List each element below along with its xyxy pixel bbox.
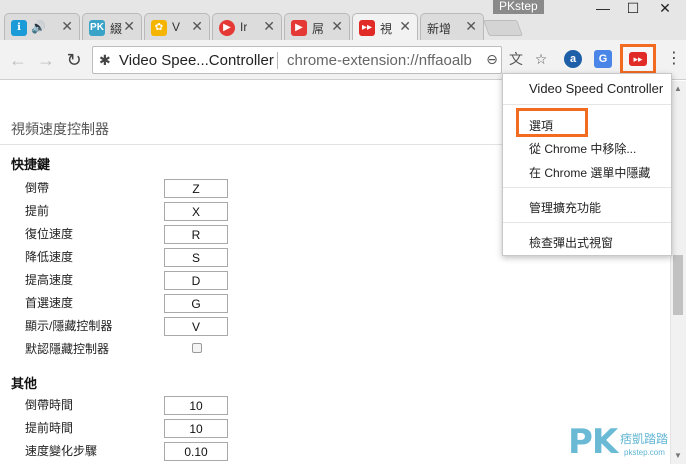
puzzle-icon: ✱ (99, 52, 111, 68)
shortcut-label: 首選速度 (25, 296, 74, 310)
new-tab-button[interactable] (483, 20, 523, 36)
default-hide-checkbox[interactable] (192, 343, 202, 353)
omnibox-url: chrome-extension://nffaoalb (287, 52, 472, 69)
close-icon[interactable]: ✕ (465, 18, 477, 34)
scroll-up-icon[interactable]: ▲ (671, 82, 685, 96)
menu-separator (503, 104, 671, 105)
shortcut-label: 提高速度 (25, 273, 74, 287)
tab-7[interactable]: 新增 ✕ (420, 13, 484, 40)
menu-remove[interactable]: 從 Chrome 中移除... (529, 140, 636, 157)
menu-extension-title[interactable]: Video Speed Controller (529, 81, 663, 96)
menu-separator (503, 222, 671, 223)
shortcut-label: 顯示/隱藏控制器 (25, 319, 113, 333)
advance-time-input[interactable] (164, 419, 228, 438)
close-icon[interactable]: ✕ (123, 18, 135, 34)
close-icon[interactable]: ✕ (263, 18, 275, 34)
other-label: 提前時間 (25, 421, 74, 435)
more-menu-icon[interactable]: ⋮ (666, 48, 682, 70)
maximize-button[interactable]: ☐ (618, 0, 648, 16)
shortcut-label: 倒帶 (25, 181, 50, 195)
video-speed-icon: ▸▸ (359, 20, 375, 36)
menu-manage-extensions[interactable]: 管理擴充功能 (529, 199, 601, 216)
shortcut-input-reset[interactable] (164, 225, 228, 244)
menu-separator (503, 187, 671, 188)
star-icon[interactable]: ☆ (532, 50, 550, 68)
extension-context-menu: Video Speed Controller 選項 從 Chrome 中移除..… (502, 73, 672, 256)
tab-title: Ir (240, 20, 248, 34)
close-icon[interactable]: ✕ (61, 18, 73, 34)
forward-icon[interactable]: → (36, 50, 56, 70)
shortcut-input-advance[interactable] (164, 202, 228, 221)
options-highlight-box (516, 108, 588, 137)
close-icon[interactable]: ✕ (399, 18, 411, 34)
other-heading: 其他 (11, 376, 38, 391)
video-speed-extension-button[interactable]: ▸▸ (620, 44, 656, 74)
tab-5[interactable]: ▶ 屌 ✕ (284, 13, 350, 40)
address-bar[interactable]: ✱ Video Spee...Controller chrome-extensi… (92, 46, 502, 74)
pk-icon: PK (89, 20, 105, 36)
shortcut-label: 提前 (25, 204, 50, 218)
zoom-icon[interactable]: ⊖ (483, 50, 501, 68)
page-title: 視頻速度控制器 (11, 121, 109, 137)
youtube-icon: ▶ (291, 20, 307, 36)
other-label: 倒帶時間 (25, 398, 74, 412)
watermark-url: pkstep.com (624, 448, 665, 457)
tab-1[interactable]: ℹ 🔊 ✕ (4, 13, 80, 40)
shortcut-input-slower[interactable] (164, 248, 228, 267)
shortcut-input-rewind[interactable] (164, 179, 228, 198)
speaker-icon: 🔊 (31, 20, 46, 34)
tab-title: V (172, 20, 181, 34)
reload-icon[interactable]: ↻ (64, 50, 84, 70)
google-translate-icon[interactable]: G (594, 50, 612, 68)
shortcuts-heading: 快捷鍵 (11, 157, 51, 172)
omnibox-title: Video Spee...Controller (119, 52, 274, 69)
watermark-top: PKstep (493, 0, 544, 14)
default-hide-label: 默認隱藏控制器 (25, 342, 110, 356)
video-speed-icon: ▸▸ (629, 52, 647, 66)
menu-hide[interactable]: 在 Chrome 選單中隱藏 (529, 164, 650, 181)
translate-icon[interactable]: 文 (507, 50, 525, 68)
watermark-subtitle: 痞凱踏踏 (620, 432, 669, 446)
tab-4[interactable]: ▶ Ir ✕ (212, 13, 282, 40)
scroll-down-icon[interactable]: ▼ (671, 449, 685, 463)
close-window-button[interactable]: ✕ (650, 0, 680, 16)
other-label: 速度變化步驟 (25, 444, 98, 458)
shortcut-input-toggle[interactable] (164, 317, 228, 336)
shortcut-label: 復位速度 (25, 227, 74, 241)
shortcut-label: 降低速度 (25, 250, 74, 264)
shortcut-input-faster[interactable] (164, 271, 228, 290)
tab-6-active[interactable]: ▸▸ 視 ✕ (352, 13, 418, 41)
photos-icon: ✿ (151, 20, 167, 36)
scrollbar-thumb[interactable] (673, 255, 683, 315)
play-icon: ▶ (219, 20, 235, 36)
rewind-time-input[interactable] (164, 396, 228, 415)
omnibox-separator (277, 52, 278, 69)
kr-icon: ℹ (11, 20, 27, 36)
speed-step-input[interactable] (164, 442, 228, 461)
tab-title: 新增 (427, 22, 452, 36)
close-icon[interactable]: ✕ (331, 18, 343, 34)
extension-a-icon[interactable]: a (564, 50, 582, 68)
tab-2[interactable]: PK 綴 ✕ (82, 13, 142, 40)
menu-inspect-popup[interactable]: 檢查彈出式視窗 (529, 234, 613, 251)
tab-title: 視 (380, 22, 393, 36)
tab-strip: ℹ 🔊 ✕ PK 綴 ✕ ✿ V ✕ ▶ Ir ✕ ▶ 屌 ✕ ▸▸ 視 ✕ 新… (0, 0, 686, 41)
tab-title: 綴 (110, 22, 123, 36)
watermark-logo: PK (568, 422, 618, 462)
shortcut-input-preferred[interactable] (164, 294, 228, 313)
back-icon[interactable]: ← (8, 50, 28, 70)
tab-3[interactable]: ✿ V ✕ (144, 13, 210, 40)
minimize-button[interactable]: — (588, 0, 618, 16)
tab-title: 屌 (312, 22, 325, 36)
close-icon[interactable]: ✕ (191, 18, 203, 34)
